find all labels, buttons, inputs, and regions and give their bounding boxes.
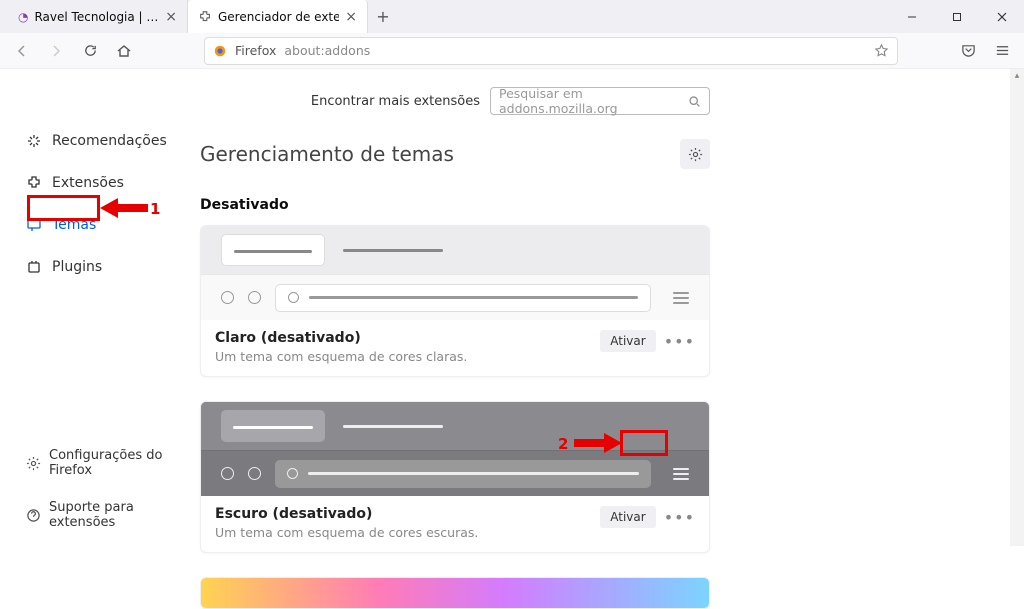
more-options-button[interactable]: •••: [664, 508, 695, 527]
theme-preview: [201, 226, 709, 320]
close-icon[interactable]: ×: [165, 9, 177, 25]
puzzle-icon: [26, 175, 42, 191]
search-icon: [688, 95, 701, 108]
theme-description: Um tema com esquema de cores escuras.: [215, 525, 478, 540]
firefox-icon: [213, 44, 227, 58]
themes-settings-button[interactable]: [680, 139, 710, 169]
scroll-up-icon[interactable]: ▴: [1010, 69, 1024, 83]
sidebar-item-label: Recomendações: [52, 133, 167, 149]
nav-toolbar: Firefox about:addons: [0, 33, 1024, 69]
save-pocket-button[interactable]: [954, 37, 982, 65]
gear-icon: [26, 455, 41, 471]
sidebar-item-plugins[interactable]: Plugins: [20, 255, 190, 279]
home-button[interactable]: [110, 37, 138, 65]
tab-extension-manager[interactable]: Gerenciador de extensões ×: [188, 0, 368, 33]
theme-card-glow: [200, 577, 710, 609]
sidebar-item-label: Configurações do Firefox: [49, 448, 194, 478]
app-menu-button[interactable]: [988, 37, 1016, 65]
help-icon: [26, 507, 41, 523]
theme-card-dark: Escuro (desativado) Um tema com esquema …: [200, 401, 710, 553]
tab-title: Gerenciador de extensões: [218, 10, 339, 24]
sidebar-item-label: Extensões: [52, 175, 124, 191]
sidebar-extension-support[interactable]: Suporte para extensões: [20, 496, 200, 534]
url-text: about:addons: [284, 43, 370, 58]
plugin-icon: [26, 259, 42, 275]
sidebar-firefox-settings[interactable]: Configurações do Firefox: [20, 444, 200, 482]
back-button[interactable]: [8, 37, 36, 65]
close-icon[interactable]: ×: [345, 9, 357, 25]
theme-title: Claro (desativado): [215, 330, 467, 346]
window-controls: [889, 0, 1024, 33]
vertical-scrollbar[interactable]: ▴: [1010, 69, 1024, 546]
url-bar[interactable]: Firefox about:addons: [204, 37, 898, 65]
window-titlebar: ◔ Ravel Tecnologia | Sua empresa × Geren…: [0, 0, 1024, 33]
maximize-button[interactable]: [934, 0, 979, 33]
more-options-button[interactable]: •••: [664, 332, 695, 351]
categories-sidebar: Recomendações Extensões Temas Plugins: [0, 69, 200, 546]
brush-icon: [26, 217, 42, 233]
theme-preview: [201, 578, 709, 608]
bookmark-star-icon[interactable]: [874, 43, 889, 58]
addon-icon: [198, 10, 212, 24]
tab-favicon: ◔: [18, 10, 28, 24]
main-content: Encontrar mais extensões Pesquisar em ad…: [200, 69, 730, 546]
theme-description: Um tema com esquema de cores claras.: [215, 349, 467, 364]
find-more-label: Encontrar mais extensões: [311, 94, 480, 109]
search-extensions-input[interactable]: Pesquisar em addons.mozilla.org: [490, 87, 710, 115]
sidebar-item-label: Temas: [52, 217, 96, 233]
tab-title: Ravel Tecnologia | Sua empresa: [34, 10, 159, 24]
forward-button[interactable]: [42, 37, 70, 65]
sidebar-item-label: Plugins: [52, 259, 102, 275]
tab-ravel[interactable]: ◔ Ravel Tecnologia | Sua empresa ×: [8, 0, 188, 33]
theme-title: Escuro (desativado): [215, 506, 478, 522]
close-window-button[interactable]: [979, 0, 1024, 33]
theme-card-light: Claro (desativado) Um tema com esquema d…: [200, 225, 710, 377]
sidebar-item-themes[interactable]: Temas: [20, 213, 190, 237]
sparkle-icon: [26, 133, 42, 149]
activate-button[interactable]: Ativar: [600, 330, 655, 352]
sidebar-item-label: Suporte para extensões: [49, 500, 194, 530]
page-title: Gerenciamento de temas: [200, 142, 454, 166]
url-identity: Firefox: [235, 43, 276, 58]
sidebar-item-recommendations[interactable]: Recomendações: [20, 129, 190, 153]
search-placeholder: Pesquisar em addons.mozilla.org: [499, 86, 688, 116]
theme-preview: [201, 402, 709, 496]
new-tab-button[interactable]: +: [368, 0, 398, 33]
minimize-button[interactable]: [889, 0, 934, 33]
sidebar-item-extensions[interactable]: Extensões: [20, 171, 190, 195]
section-disabled-heading: Desativado: [200, 197, 710, 213]
activate-button[interactable]: Ativar: [600, 506, 655, 528]
reload-button[interactable]: [76, 37, 104, 65]
